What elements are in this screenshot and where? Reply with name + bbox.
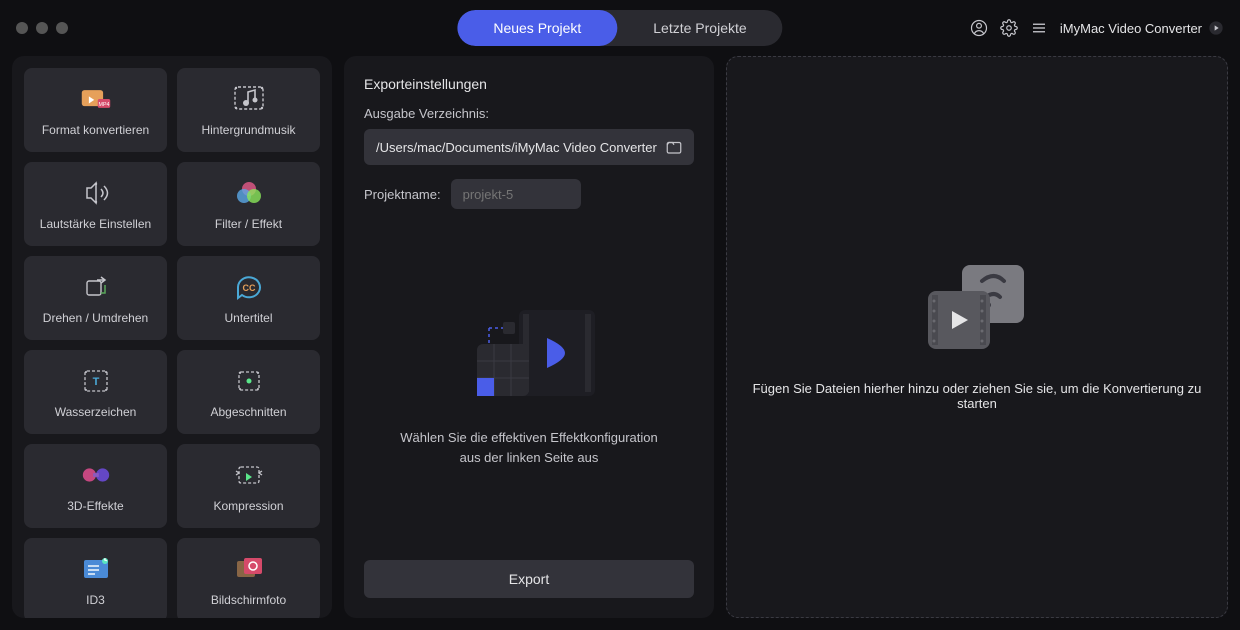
tool-rotate-flip[interactable]: Drehen / Umdrehen	[24, 256, 167, 340]
subtitle-icon: CC	[233, 271, 265, 303]
tool-format-convert[interactable]: MP4 Format konvertieren	[24, 68, 167, 152]
tab-new-project[interactable]: Neues Projekt	[457, 10, 617, 46]
tool-compression[interactable]: Kompression	[177, 444, 320, 528]
window-controls	[16, 22, 68, 34]
effect-illustration-icon	[459, 302, 599, 412]
tab-recent-projects[interactable]: Letzte Projekte	[617, 10, 782, 46]
tool-filter-effect[interactable]: Filter / Effekt	[177, 162, 320, 246]
tool-background-music[interactable]: Hintergrundmusik	[177, 68, 320, 152]
output-dir-label: Ausgabe Verzeichnis:	[364, 106, 694, 121]
tool-id3[interactable]: ID3	[24, 538, 167, 618]
tool-label: Wasserzeichen	[55, 405, 137, 419]
tool-label: Lautstärke Einstellen	[40, 217, 151, 231]
volume-adjust-icon	[80, 177, 112, 209]
3d-effects-icon	[80, 459, 112, 491]
tool-label: Kompression	[213, 499, 283, 513]
export-button[interactable]: Export	[364, 560, 694, 598]
svg-text:T: T	[92, 376, 99, 388]
close-window-button[interactable]	[16, 22, 28, 34]
id3-icon	[80, 553, 112, 585]
project-name-label: Projektname:	[364, 187, 441, 202]
output-dir-field[interactable]: /Users/mac/Documents/iMyMac Video Conver…	[364, 129, 694, 165]
titlebar: Neues Projekt Letzte Projekte iMyMac Vid…	[0, 0, 1240, 56]
tool-label: Untertitel	[224, 311, 272, 325]
app-title: iMyMac Video Converter	[1060, 20, 1224, 36]
tool-label: ID3	[86, 593, 105, 607]
tool-label: Hintergrundmusik	[201, 123, 295, 137]
app-title-text: iMyMac Video Converter	[1060, 21, 1202, 36]
output-dir-value: /Users/mac/Documents/iMyMac Video Conver…	[376, 140, 662, 155]
tool-label: Bildschirmfoto	[211, 593, 286, 607]
tool-label: Drehen / Umdrehen	[43, 311, 148, 325]
user-icon[interactable]	[970, 19, 988, 37]
tool-watermark[interactable]: T Wasserzeichen	[24, 350, 167, 434]
dropzone-text: Fügen Sie Dateien hierher hinzu oder zie…	[747, 381, 1207, 411]
tool-label: Format konvertieren	[42, 123, 149, 137]
gear-icon[interactable]	[1000, 19, 1018, 37]
tool-crop[interactable]: Abgeschnitten	[177, 350, 320, 434]
minimize-window-button[interactable]	[36, 22, 48, 34]
screenshot-icon	[233, 553, 265, 585]
format-convert-icon: MP4	[80, 83, 112, 115]
dropzone-icon	[922, 263, 1032, 353]
tool-volume-adjust[interactable]: Lautstärke Einstellen	[24, 162, 167, 246]
export-panel: Exporteinstellungen Ausgabe Verzeichnis:…	[344, 56, 714, 618]
export-title: Exporteinstellungen	[364, 76, 694, 92]
tool-screenshot[interactable]: Bildschirmfoto	[177, 538, 320, 618]
tool-sidebar: MP4 Format konvertieren Hintergrundmusik La…	[12, 56, 332, 618]
svg-text:MP4: MP4	[98, 102, 109, 108]
background-music-icon	[233, 83, 265, 115]
filter-effect-icon	[233, 177, 265, 209]
file-dropzone[interactable]: Fügen Sie Dateien hierher hinzu oder zie…	[726, 56, 1228, 618]
tool-label: 3D-Effekte	[67, 499, 123, 513]
rotate-flip-icon	[80, 271, 112, 303]
compression-icon	[233, 459, 265, 491]
svg-text:CC: CC	[242, 283, 255, 293]
tool-subtitle[interactable]: CC Untertitel	[177, 256, 320, 340]
project-name-input[interactable]	[451, 179, 581, 209]
play-badge-icon	[1208, 20, 1224, 36]
tool-3d-effects[interactable]: 3D-Effekte	[24, 444, 167, 528]
export-help-text: Wählen Sie die effektiven Effektkonfigur…	[400, 428, 658, 467]
project-tab-switcher: Neues Projekt Letzte Projekte	[457, 10, 782, 46]
menu-icon[interactable]	[1030, 19, 1048, 37]
tool-label: Filter / Effekt	[215, 217, 282, 231]
maximize-window-button[interactable]	[56, 22, 68, 34]
tool-label: Abgeschnitten	[210, 405, 286, 419]
browse-folder-button[interactable]	[662, 135, 686, 159]
watermark-icon: T	[80, 365, 112, 397]
crop-icon	[233, 365, 265, 397]
